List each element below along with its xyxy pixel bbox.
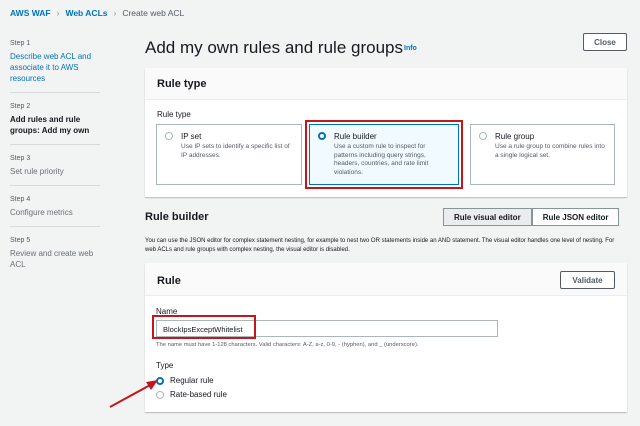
option-desc: Use IP sets to identify a specific list …	[181, 143, 290, 159]
rule-panel: Rule Validate Name BlockIpsExceptWhiteli…	[145, 263, 627, 412]
breadcrumb: AWS WAF › Web ACLs › Create web ACL	[10, 8, 184, 18]
breadcrumb-aws-waf[interactable]: AWS WAF	[10, 8, 51, 18]
breadcrumb-web-acls[interactable]: Web ACLs	[65, 8, 107, 18]
tab-json-editor[interactable]: Rule JSON editor	[531, 208, 620, 226]
radio-label: Rate-based rule	[170, 390, 227, 399]
option-desc: Use a rule group to combine rules into a…	[495, 143, 605, 159]
step-2: Step 2 Add rules and rule groups: Add my …	[10, 101, 100, 145]
rule-builder-description: You can use the JSON editor for complex …	[145, 238, 615, 253]
step-number: Step 5	[10, 237, 31, 244]
option-title: Rule group	[495, 132, 535, 141]
rule-builder-heading: Rule builder	[145, 211, 209, 223]
chevron-right-icon: ›	[56, 8, 60, 18]
steps-nav: Step 1 Describe web ACL and associate it …	[10, 38, 100, 286]
step-label: Review and create web ACL	[10, 249, 94, 269]
info-link[interactable]: Info	[404, 45, 417, 52]
type-label: Type	[156, 361, 174, 370]
panel-heading: Rule	[145, 263, 627, 296]
option-rule-group[interactable]: Rule group Use a rule group to combine ru…	[470, 124, 615, 185]
step-number: Step 4	[10, 196, 31, 203]
chevron-right-icon: ›	[113, 8, 117, 18]
step-5: Step 5 Review and create web ACL	[10, 235, 100, 278]
step-3: Step 3 Set rule priority	[10, 153, 100, 186]
radio-button[interactable]	[479, 132, 487, 140]
name-hint: The name must have 1-128 characters. Val…	[156, 342, 419, 348]
tab-visual-editor[interactable]: Rule visual editor	[443, 208, 532, 226]
step-number: Step 3	[10, 155, 31, 162]
step-label: Add rules and rule groups: Add my own	[10, 115, 90, 135]
step-4: Step 4 Configure metrics	[10, 194, 100, 227]
option-ip-set[interactable]: IP set Use IP sets to identify a specific…	[156, 124, 302, 185]
step-label: Configure metrics	[10, 208, 73, 217]
rule-type-panel: Rule type Rule type IP set Use IP sets to…	[145, 68, 627, 197]
option-title: IP set	[181, 132, 202, 141]
step-number: Step 2	[10, 103, 31, 110]
validate-button[interactable]: Validate	[560, 271, 615, 289]
step-number: Step 1	[10, 40, 31, 47]
editor-toggle: Rule visual editor Rule JSON editor	[443, 208, 620, 226]
radio-button[interactable]	[165, 132, 173, 140]
close-button[interactable]: Close	[583, 33, 627, 51]
step-1[interactable]: Step 1 Describe web ACL and associate it …	[10, 38, 100, 93]
rule-type-label: Rule type	[157, 110, 191, 119]
panel-heading: Rule type	[145, 68, 627, 100]
step-label[interactable]: Describe web ACL and associate it to AWS…	[10, 51, 100, 84]
step-label: Set rule priority	[10, 167, 64, 176]
arrow-annotation-icon	[109, 380, 158, 408]
page-title: Add my own rules and rule groups	[145, 38, 403, 57]
radio-label: Regular rule	[170, 376, 214, 385]
highlight-box	[152, 315, 256, 339]
breadcrumb-current: Create web ACL	[122, 8, 185, 18]
highlight-box	[305, 120, 463, 189]
